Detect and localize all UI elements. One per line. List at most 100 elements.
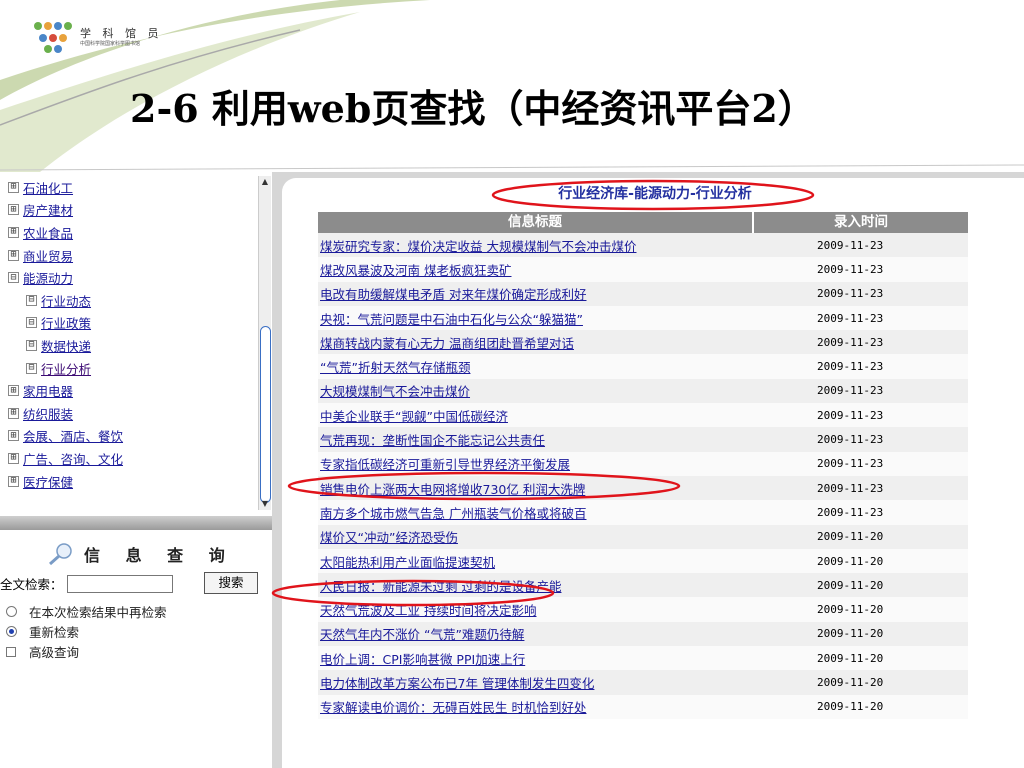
collapse-icon[interactable]: ⊟	[26, 317, 37, 329]
tree-item[interactable]: ⊞ 农业食品	[0, 221, 260, 244]
article-table: 信息标题 录入时间 煤炭研究专家：煤价决定收益 大规模煤制气不会冲击煤价 2009…	[318, 212, 968, 719]
collapse-icon[interactable]: ⊟	[26, 339, 37, 351]
expand-icon[interactable]: ⊞	[8, 204, 19, 216]
tree-item-label[interactable]: 石油化工	[23, 178, 73, 197]
table-row: 电改有助缓解煤电矛盾 对来年煤价确定形成利好 2009-11-23	[318, 281, 968, 306]
tree-item[interactable]: ⊟ 行业分析	[0, 357, 260, 380]
tree-item-label[interactable]: 行业分析	[41, 359, 91, 378]
radio-new-search[interactable]	[6, 626, 17, 637]
article-link[interactable]: 天然气年内不涨价 “气荒”难题仍待解	[318, 624, 752, 643]
tree-item[interactable]: ⊞ 广告、咨询、文化	[0, 447, 260, 470]
collapse-icon[interactable]: ⊟	[26, 362, 37, 374]
tree-item[interactable]: ⊞ 房产建材	[0, 199, 260, 222]
fulltext-label: 全文检索：	[0, 577, 63, 592]
article-link[interactable]: 煤商转战内蒙有心无力 温商组团赴晋希望对话	[318, 333, 752, 352]
expand-icon[interactable]: ⊞	[8, 226, 19, 238]
option-new-search[interactable]: 重新检索	[6, 622, 79, 641]
entry-date: 2009-11-23	[817, 481, 884, 495]
table-row: 气荒再现：垄断性国企不能忘记公共责任 2009-11-23	[318, 427, 968, 452]
entry-date: 2009-11-20	[817, 675, 884, 689]
entry-date: 2009-11-23	[817, 433, 884, 447]
article-link[interactable]: 煤价又“冲动”经济恐受伤	[318, 527, 752, 546]
header-date: 录入时间	[752, 212, 968, 233]
tree-item-label[interactable]: 能源动力	[23, 268, 73, 287]
entry-date: 2009-11-20	[817, 554, 884, 568]
entry-date: 2009-11-23	[817, 505, 884, 519]
table-row: 大规模煤制气不会冲击煤价 2009-11-23	[318, 378, 968, 404]
expand-icon[interactable]: ⊞	[8, 249, 19, 261]
article-link[interactable]: 电价上调：CPI影响甚微 PPI加速上行	[318, 649, 752, 668]
article-link[interactable]: 南方多个城市燃气告急 广州瓶装气价格或将破百	[318, 503, 752, 522]
article-link[interactable]: 央视：气荒问题是中石油中石化与公众“躲猫猫”	[318, 309, 752, 328]
entry-date: 2009-11-20	[817, 530, 884, 544]
article-link[interactable]: 电力体制改革方案公布已7年 管理体制发生四变化	[318, 673, 752, 692]
article-link[interactable]: 大规模煤制气不会冲击煤价	[318, 381, 752, 400]
search-header: 信 息 查 询	[48, 542, 235, 566]
expand-icon[interactable]: ⊞	[8, 181, 19, 193]
tree-item[interactable]: ⊞ 家用电器	[0, 379, 260, 402]
tree-item-label[interactable]: 家用电器	[23, 381, 73, 400]
article-link[interactable]: 中美企业联手“觊觎”中国低碳经济	[318, 406, 752, 425]
table-row: 煤炭研究专家：煤价决定收益 大规模煤制气不会冲击煤价 2009-11-23	[318, 233, 968, 258]
expand-icon[interactable]: ⊞	[8, 475, 19, 487]
search-button[interactable]: 搜索	[204, 572, 258, 594]
expand-icon[interactable]: ⊞	[8, 407, 19, 419]
option-label: 在本次检索结果中再检索	[29, 605, 167, 620]
tree-item[interactable]: ⊟ 行业政策	[0, 312, 260, 335]
tree-item[interactable]: ⊞ 医疗保健	[0, 470, 260, 493]
option-advanced-search[interactable]: 高级查询	[6, 642, 79, 661]
tree-item-label[interactable]: 会展、酒店、餐饮	[23, 426, 123, 445]
entry-date: 2009-11-23	[817, 384, 884, 398]
article-link[interactable]: 天然气荒波及工业 持续时间将决定影响	[318, 600, 752, 619]
entry-date: 2009-11-20	[817, 603, 884, 617]
tree-item[interactable]: ⊞ 石油化工	[0, 176, 260, 199]
tree-item[interactable]: ⊟ 数据快递	[0, 334, 260, 357]
collapse-icon[interactable]: ⊟	[26, 294, 37, 306]
fulltext-row: 全文检索：	[0, 574, 173, 593]
logo-title: 学 科 馆 员	[80, 27, 163, 40]
category-tree: ⊞ 石油化工 ⊞ 房产建材 ⊞ 农业食品 ⊞ 商业贸易 ⊟ 能源动力 ⊟ 行业动态 ⊟ 行业政策 ⊟ 数据快递…	[0, 176, 260, 510]
tree-item[interactable]: ⊞ 会展、酒店、餐饮	[0, 425, 260, 448]
article-link[interactable]: 电改有助缓解煤电矛盾 对来年煤价确定形成利好	[318, 284, 752, 303]
article-link[interactable]: 太阳能热利用产业面临提速契机	[318, 552, 752, 571]
entry-date: 2009-11-23	[817, 262, 884, 276]
checkbox-advanced[interactable]	[6, 646, 16, 657]
tree-item-label[interactable]: 广告、咨询、文化	[23, 449, 123, 468]
tree-item[interactable]: ⊟ 能源动力	[0, 266, 260, 289]
tree-item-label[interactable]: 数据快递	[41, 336, 91, 355]
tree-item-label[interactable]: 行业动态	[41, 291, 91, 310]
article-link[interactable]: 专家解读电价调价：无碍百姓民生 时机恰到好处	[318, 697, 752, 716]
scroll-up-arrow-icon[interactable]: ▲	[259, 176, 271, 188]
scroll-thumb[interactable]	[260, 326, 271, 503]
article-link[interactable]: 气荒再现：垄断性国企不能忘记公共责任	[318, 430, 752, 449]
article-link[interactable]: 煤炭研究专家：煤价决定收益 大规模煤制气不会冲击煤价	[318, 236, 752, 255]
radio-search-within[interactable]	[6, 606, 17, 617]
tree-item-label[interactable]: 医疗保健	[23, 472, 73, 491]
header-title: 信息标题	[508, 214, 562, 230]
fulltext-search-input[interactable]	[66, 574, 173, 593]
tree-item-label[interactable]: 行业政策	[41, 313, 91, 332]
article-link[interactable]: 人民日报：新能源未过剩 过剩的是设备产能	[318, 576, 752, 595]
expand-icon[interactable]: ⊞	[8, 385, 19, 397]
tree-item-label[interactable]: 纺织服装	[23, 404, 73, 423]
option-search-within[interactable]: 在本次检索结果中再检索	[6, 602, 167, 621]
tree-item-label[interactable]: 农业食品	[23, 223, 73, 242]
tree-item[interactable]: ⊞ 商业贸易	[0, 244, 260, 267]
tree-item-label[interactable]: 房产建材	[23, 200, 73, 219]
collapse-icon[interactable]: ⊟	[8, 272, 19, 284]
tree-item-label[interactable]: 商业贸易	[23, 246, 73, 265]
article-link[interactable]: 专家指低碳经济可重新引导世界经济平衡发展	[318, 454, 752, 473]
expand-icon[interactable]: ⊞	[8, 430, 19, 442]
tree-item[interactable]: ⊞ 纺织服装	[0, 402, 260, 425]
article-link[interactable]: “气荒”折射天然气存储瓶颈	[318, 357, 752, 376]
tree-item[interactable]: ⊟ 行业动态	[0, 289, 260, 312]
entry-date: 2009-11-20	[817, 578, 884, 592]
article-link[interactable]: 销售电价上涨两大电网将增收730亿 利润大洗牌	[318, 479, 752, 498]
entry-date: 2009-11-23	[817, 335, 884, 349]
logo-subtitle: 中国科学院国家科学图书馆	[80, 41, 141, 47]
expand-icon[interactable]: ⊞	[8, 452, 19, 464]
scroll-down-arrow-icon[interactable]: ▼	[259, 498, 271, 510]
article-link[interactable]: 煤改风暴波及河南 煤老板疯狂卖矿	[318, 260, 752, 279]
tree-scrollbar[interactable]: ▲ ▼	[258, 176, 271, 510]
table-row: 电力体制改革方案公布已7年 管理体制发生四变化 2009-11-20	[318, 670, 968, 695]
